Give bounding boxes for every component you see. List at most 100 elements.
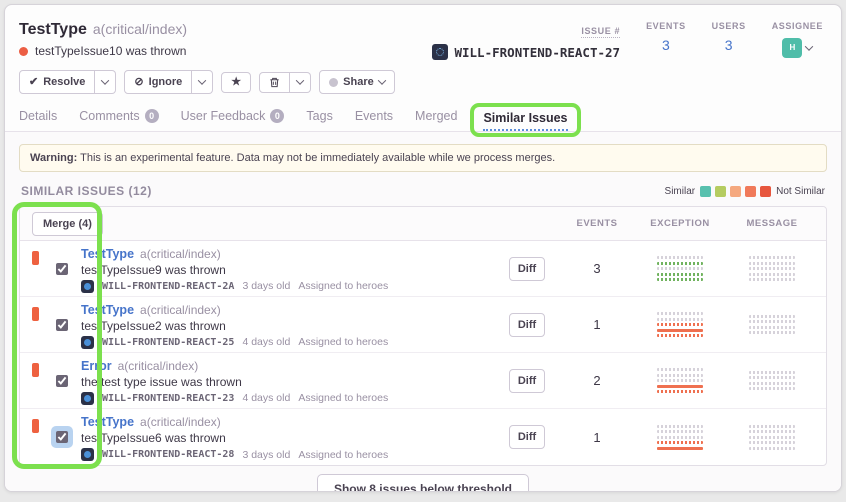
events-count-link[interactable]: 3	[646, 37, 686, 53]
issue-title-link[interactable]: TestType	[81, 247, 134, 261]
issue-meta-stats: ISSUE # WILL-FRONTEND-REACT-27 EVENTS 3 …	[432, 19, 823, 60]
issue-number-label: ISSUE #	[581, 26, 620, 38]
diff-button[interactable]: Diff	[509, 425, 545, 449]
diff-button[interactable]: Diff	[509, 369, 545, 393]
message-similarity-visual	[749, 368, 795, 393]
tab-similar-issues[interactable]: Similar Issues	[470, 103, 580, 137]
row-select-checkbox-wrap[interactable]	[53, 372, 71, 390]
row-events-count: 1	[560, 430, 634, 445]
issue-title-link[interactable]: Error	[81, 359, 112, 373]
issue-title-link[interactable]: TestType	[81, 415, 134, 429]
legend-swatches	[700, 186, 771, 197]
row-select-checkbox-wrap[interactable]	[53, 260, 71, 278]
star-icon: ★	[231, 77, 241, 88]
issue-message: testTypeIssue2 was thrown	[81, 319, 494, 334]
share-status-icon	[329, 78, 338, 87]
events-label: EVENTS	[646, 21, 686, 31]
merge-button[interactable]: Merge (4)	[32, 212, 103, 236]
issue-action-toolbar: ✔Resolve ⊘Ignore ★ Share	[5, 60, 841, 96]
users-label: USERS	[712, 21, 746, 31]
mute-icon: ⊘	[134, 77, 143, 88]
row-select-checkbox[interactable]	[56, 375, 68, 387]
experimental-warning-banner: Warning: This is an experimental feature…	[19, 144, 827, 172]
error-level-bar	[32, 307, 39, 321]
tab-merged[interactable]: Merged	[415, 109, 457, 131]
diff-button[interactable]: Diff	[509, 313, 545, 337]
similar-issues-panel: Warning: This is an experimental feature…	[5, 132, 841, 492]
trash-icon	[269, 77, 280, 88]
row-select-checkbox-wrap[interactable]	[53, 428, 71, 446]
issue-message: the test type issue was thrown	[81, 375, 494, 390]
legend-swatch	[700, 186, 711, 197]
chevron-down-icon	[805, 42, 813, 50]
resolve-dropdown-button[interactable]	[95, 70, 116, 94]
feedback-count-badge: 0	[270, 109, 284, 123]
diff-button[interactable]: Diff	[509, 257, 545, 281]
legend-swatch	[760, 186, 771, 197]
assignee-avatar[interactable]: H	[782, 38, 802, 58]
ignore-button[interactable]: ⊘Ignore	[124, 70, 192, 94]
similar-issue-row: TestTypea(critical/index) testTypeIssue9…	[20, 241, 826, 297]
tab-comments[interactable]: Comments0	[79, 109, 158, 131]
issue-culprit: a(critical/index)	[140, 303, 221, 317]
assignee-selector[interactable]: H	[782, 38, 812, 58]
tab-tags[interactable]: Tags	[306, 109, 332, 131]
error-level-bar	[32, 419, 39, 433]
issue-short-id: WILL-FRONTEND-REACT-23	[102, 393, 234, 404]
users-count-link[interactable]: 3	[712, 37, 746, 53]
similar-issue-row: Error a(critical/index) the test type iss…	[20, 353, 826, 409]
project-icon	[81, 336, 94, 349]
similar-issue-row: TestTypea(critical/index) testTypeIssue6…	[20, 409, 826, 465]
exception-similarity-visual	[657, 310, 703, 340]
issue-short-id: WILL-FRONTEND-REACT-28	[102, 449, 234, 460]
similar-issue-row: TestType a(critical/index) testTypeIssue2…	[20, 297, 826, 353]
comments-count-badge: 0	[145, 109, 159, 123]
issue-assignment: Assigned to heroes	[298, 449, 388, 461]
message-similarity-visual	[749, 312, 795, 337]
table-header: Merge (4) EVENTS EXCEPTION MESSAGE	[20, 207, 826, 241]
chevron-down-icon	[296, 76, 304, 84]
error-level-bar	[32, 363, 39, 377]
issue-age: 3 days old	[242, 449, 290, 461]
project-icon	[81, 448, 94, 461]
issue-title-link[interactable]: TestType	[81, 303, 134, 317]
issue-assignment: Assigned to heroes	[298, 336, 388, 348]
row-select-checkbox-wrap[interactable]	[53, 316, 71, 334]
tab-user-feedback[interactable]: User Feedback0	[181, 109, 285, 131]
similar-issues-table: Merge (4) EVENTS EXCEPTION MESSAGE TestT…	[19, 206, 827, 466]
show-below-threshold-button[interactable]: Show 8 issues below threshold	[317, 474, 529, 492]
similarity-legend: Similar Not Similar	[665, 186, 825, 197]
exception-similarity-visual	[657, 366, 703, 396]
page-title: TestTypea(critical/index)	[19, 19, 187, 40]
issue-short-id: WILL-FRONTEND-REACT-27	[454, 45, 620, 60]
issue-detail-page: TestTypea(critical/index) testTypeIssue1…	[4, 4, 842, 492]
issue-assignment: Assigned to heroes	[298, 392, 388, 404]
bookmark-button[interactable]: ★	[221, 72, 251, 93]
issue-culprit: a(critical/index)	[118, 359, 199, 373]
share-button[interactable]: Share	[319, 70, 395, 94]
legend-swatch	[715, 186, 726, 197]
chevron-down-icon	[198, 76, 206, 84]
project-icon	[81, 280, 94, 293]
tab-events[interactable]: Events	[355, 109, 393, 131]
issue-culprit: a(critical/index)	[140, 415, 221, 429]
row-select-checkbox[interactable]	[56, 263, 68, 275]
row-events-count: 2	[560, 373, 634, 388]
issue-header: TestTypea(critical/index) testTypeIssue1…	[5, 5, 841, 60]
assignee-label: ASSIGNEE	[772, 21, 823, 31]
delete-button[interactable]	[259, 72, 290, 93]
tab-details[interactable]: Details	[19, 109, 57, 131]
issue-age: 3 days old	[242, 280, 290, 292]
ignore-dropdown-button[interactable]	[192, 70, 213, 94]
legend-swatch	[730, 186, 741, 197]
error-level-dot	[19, 47, 28, 56]
row-events-count: 3	[560, 261, 634, 276]
row-select-checkbox[interactable]	[56, 431, 68, 443]
resolve-button[interactable]: ✔Resolve	[19, 70, 95, 94]
issue-message: testTypeIssue10 was thrown	[35, 44, 186, 58]
row-select-checkbox[interactable]	[56, 319, 68, 331]
column-header-exception: EXCEPTION	[634, 218, 726, 229]
project-icon	[81, 392, 94, 405]
issue-tab-bar: Details Comments0 User Feedback0 Tags Ev…	[5, 96, 841, 132]
delete-dropdown-button[interactable]	[290, 72, 311, 93]
